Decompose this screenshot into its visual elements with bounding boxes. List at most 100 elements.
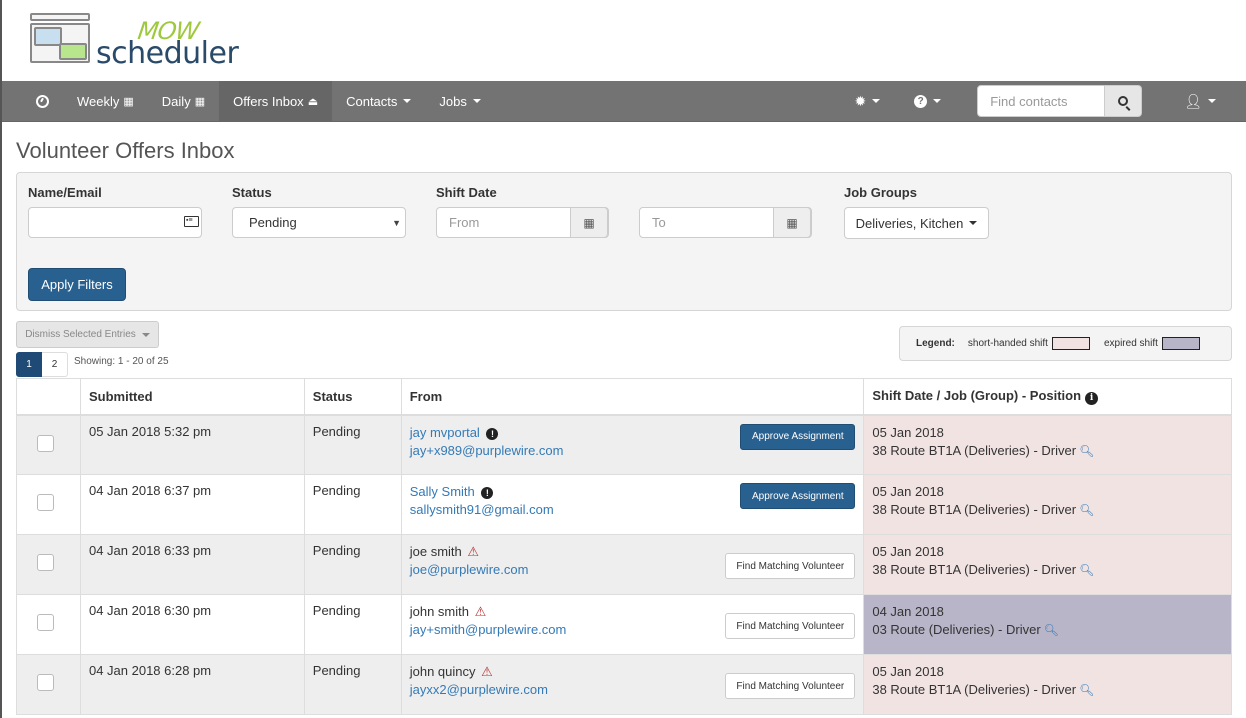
contact-card-icon: ▪≡ [184,216,199,227]
status-cell: Pending [303,654,402,715]
approve-assignment-button[interactable]: Approve Assignment [740,423,856,450]
from-cell: Sally Smith ! sallysmith91@gmail.com Appro… [400,474,865,535]
warning-icon: ⚠ [474,604,487,619]
page-2-button[interactable]: 2 [42,352,68,377]
settings-menu[interactable]: ✹ [840,81,894,121]
status-cell: Pending [303,594,402,655]
find-contacts-input[interactable] [977,85,1106,117]
table-row: 04 Jan 2018 6:33 pm Pending joe smith ⚠ joe… [16,534,1232,595]
zoom-in-icon[interactable]: 🔍︎ [1079,683,1094,697]
submitted-cell: 04 Jan 2018 6:33 pm [79,534,305,595]
header-status[interactable]: Status [303,378,402,416]
help-menu[interactable]: ? [900,81,955,121]
pagination: 1 2 [16,352,68,377]
volunteer-email[interactable]: sallysmith91@gmail.com [410,502,554,517]
header: MOW scheduler [2,0,1246,81]
alert-icon: ! [481,487,494,499]
job-groups-dropdown[interactable]: Deliveries, Kitchen [844,207,989,239]
table-row: 04 Jan 2018 6:28 pm Pending john quincy ⚠ j… [16,654,1232,715]
row-checkbox[interactable] [37,554,54,571]
select-cell [16,474,81,535]
volunteer-email[interactable]: jayxx2@purplewire.com [410,682,548,697]
shift-date: 05 Jan 2018 [872,484,944,499]
caret-down-icon [933,99,942,103]
calendar-icon: ▦ [194,95,206,108]
status-select[interactable]: Pending ▼ [232,207,406,238]
header-from[interactable]: From [400,378,865,416]
name-email-input[interactable]: ▪≡ [28,207,202,238]
select-arrow-icon: ▼ [392,218,401,228]
shift-date-to-input[interactable]: To ▦ [639,207,812,238]
legend-expired-label: expired shift [1103,338,1158,349]
alert-icon: ! [486,427,499,440]
zoom-in-icon[interactable]: 🔍︎ [1079,563,1094,577]
status-cell: Pending [303,534,402,595]
question-icon: ? [914,94,928,108]
shift-date: 04 Jan 2018 [872,604,944,619]
row-checkbox[interactable] [37,494,54,511]
find-matching-volunteer-button[interactable]: Find Matching Volunteer [725,673,856,699]
zoom-in-icon[interactable]: 🔍︎ [1044,623,1059,637]
warning-icon: ⚠ [467,544,480,559]
shift-date: 05 Jan 2018 [872,664,944,679]
header-select [16,378,81,416]
row-checkbox[interactable] [37,674,54,691]
nav-weekly[interactable]: Weekly ▦ [63,81,148,121]
info-icon[interactable]: i [1085,391,1099,405]
row-checkbox[interactable] [37,614,54,631]
select-cell [16,594,81,655]
table-row: 05 Jan 2018 5:32 pm Pending jay mvportal !… [16,414,1232,475]
volunteer-email[interactable]: joe@purplewire.com [410,562,529,577]
legend: Legend: short-handed shift expired shift [899,326,1232,361]
nav-offers-inbox[interactable]: Offers Inbox ⏏ [219,81,333,121]
nav-contacts[interactable]: Contacts [332,81,425,121]
zoom-in-icon[interactable]: 🔍︎ [1079,503,1094,517]
find-matching-volunteer-button[interactable]: Find Matching Volunteer [725,613,856,639]
header-submitted[interactable]: Submitted [79,378,305,416]
to-calendar-button[interactable]: ▦ [773,207,811,238]
submitted-cell: 05 Jan 2018 5:32 pm [79,414,305,475]
navbar-right: ✹ ? 👤︎ [840,81,1246,121]
volunteer-name: john smith [409,604,469,619]
search-button[interactable] [1105,85,1143,117]
volunteer-name[interactable]: jay mvportal [410,425,480,440]
logo-scheduler-text: scheduler [96,36,239,71]
user-menu[interactable]: 👤︎ [1170,81,1230,121]
zoom-in-icon[interactable]: 🔍︎ [1079,444,1094,458]
shift-date-from-input[interactable]: From ▦ [436,207,609,238]
volunteer-email[interactable]: jay+x989@purplewire.com [410,443,564,458]
row-checkbox[interactable] [37,434,54,452]
legend-expired-swatch [1161,337,1200,350]
nav-dashboard[interactable] [22,81,63,121]
apply-filters-button[interactable]: Apply Filters [28,268,126,301]
shift-date: 05 Jan 2018 [872,424,944,440]
search-icon [1118,96,1131,111]
caret-down-icon [403,99,412,103]
calendar-icon: ▦ [123,95,134,108]
nav-daily[interactable]: Daily ▦ [148,81,219,121]
volunteer-name: john quincy [409,664,476,679]
page-title: Volunteer Offers Inbox [16,138,235,163]
app-logo[interactable]: MOW scheduler [30,13,270,71]
shift-job: 38 Route BT1A (Deliveries) - Driver [872,502,1077,517]
legend-short-handed-label: short-handed shift [967,338,1048,349]
approve-assignment-button[interactable]: Approve Assignment [740,483,856,509]
dismiss-selected-button[interactable]: Dismiss Selected Entries [16,321,159,348]
header-shift[interactable]: Shift Date / Job (Group) - Position i [863,378,1232,416]
caret-down-icon [969,221,978,225]
inbox-icon: ⏏ [307,95,319,108]
caret-down-icon [872,99,881,103]
shift-date: 05 Jan 2018 [872,544,944,559]
filter-panel: Name/Email ▪≡ Status Pending ▼ Shift Dat… [16,172,1232,311]
volunteer-name[interactable]: Sally Smith [410,484,475,499]
shift-cell: 05 Jan 2018 38 Route BT1A (Deliveries) - … [863,654,1232,715]
find-matching-volunteer-button[interactable]: Find Matching Volunteer [725,553,856,579]
page-1-button[interactable]: 1 [16,352,42,377]
volunteer-email[interactable]: jay+smith@purplewire.com [410,622,567,637]
shift-cell: 05 Jan 2018 38 Route BT1A (Deliveries) - … [863,414,1232,475]
nav-jobs[interactable]: Jobs [425,81,494,121]
user-icon: 👤︎ [1184,92,1202,109]
main-navbar: Weekly ▦ Daily ▦ Offers Inbox ⏏ Contacts… [2,81,1246,122]
from-calendar-button[interactable]: ▦ [570,207,608,238]
shift-date-label: Shift Date [436,185,497,200]
